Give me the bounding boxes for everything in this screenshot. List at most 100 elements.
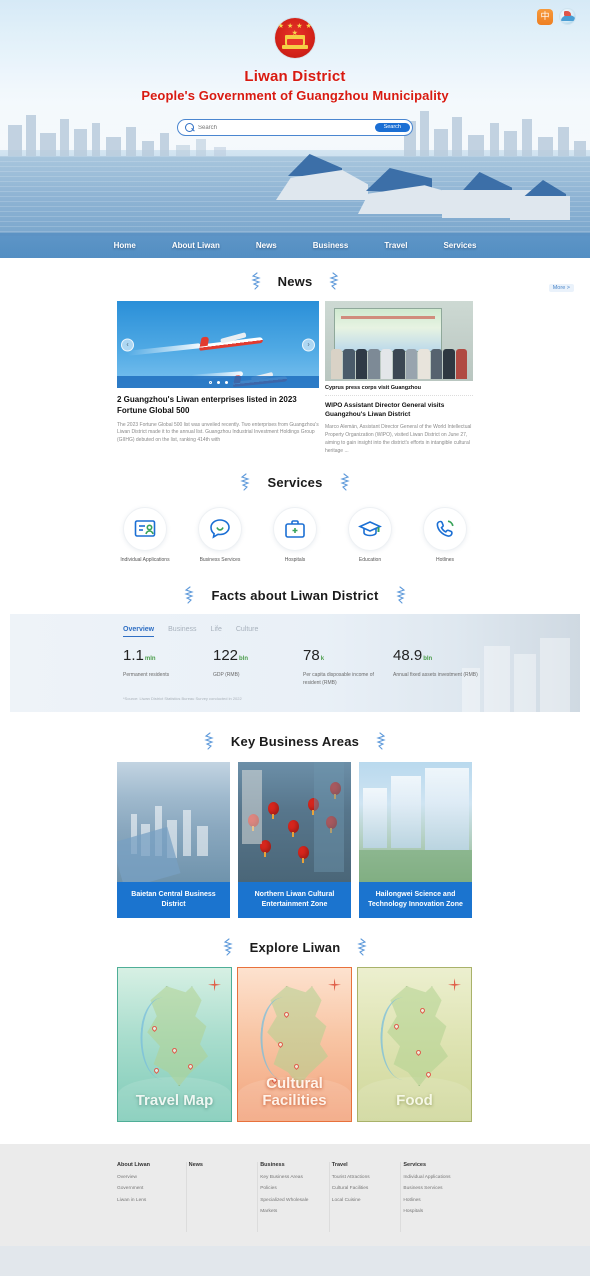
footer-link[interactable]: Hotlines — [403, 1198, 469, 1204]
nav-item-travel[interactable]: Travel — [384, 241, 407, 250]
stat-label: Permanent residents — [123, 672, 170, 679]
featured-news-title[interactable]: 2 Guangzhou's Liwan enterprises listed i… — [117, 395, 319, 417]
footer-link[interactable]: Key Business Areas — [260, 1175, 325, 1181]
news-side-headline[interactable]: Cyprus press corps visit Guangzhou — [325, 381, 473, 396]
explore-card-travel-map[interactable]: Travel Map — [117, 967, 232, 1123]
carousel-next-button[interactable]: › — [302, 338, 315, 351]
nav-item-about-liwan[interactable]: About Liwan — [172, 241, 220, 250]
baietan-aerial-image — [117, 762, 230, 883]
tab-overview[interactable]: Overview — [123, 626, 155, 638]
footer-link[interactable]: Tourist Attractions — [332, 1175, 397, 1181]
explore-card-label: Travel Map — [135, 1091, 214, 1109]
news-side-image-wipo — [325, 301, 473, 381]
news-more-link[interactable]: More > — [548, 284, 574, 292]
nav-item-business[interactable]: Business — [313, 241, 349, 250]
footer-link[interactable]: Policies — [260, 1186, 325, 1192]
service-item-hotlines[interactable]: Hotlines — [417, 507, 473, 564]
footer-link[interactable]: Individual Applications — [403, 1175, 469, 1181]
footer-link[interactable]: Government — [117, 1186, 182, 1192]
business-area-card-hailongwei[interactable]: Hailongwei Science and Technology Innova… — [359, 762, 472, 919]
river-line — [255, 996, 311, 1083]
search-bar[interactable]: Search — [177, 119, 413, 136]
footer-link[interactable]: Hospitals — [403, 1209, 469, 1215]
business-area-caption: Hailongwei Science and Technology Innova… — [359, 882, 472, 919]
tab-life[interactable]: Life — [211, 626, 222, 637]
stat-per-capita-income: 78k Per capita disposable income of resi… — [303, 648, 393, 687]
tab-culture[interactable]: Culture — [236, 626, 259, 637]
person-document-icon — [123, 507, 167, 552]
facts-panel: Overview Business Life Culture 1.1mln Pe… — [10, 614, 580, 713]
explore-heading: Explore Liwan — [249, 939, 341, 955]
ornament-left-icon — [222, 938, 236, 956]
site-title-district: Liwan District — [244, 68, 346, 85]
ornament-right-icon — [354, 938, 368, 956]
facts-source-note: *Source: Liwan District Statistics Burea… — [123, 696, 242, 702]
compass-rose-icon — [208, 978, 221, 991]
footer-column-title: Services — [403, 1162, 427, 1169]
footer-link[interactable]: Liwan in Lens — [117, 1198, 182, 1204]
services-heading: Services — [267, 474, 323, 490]
business-areas-grid: Baietan Central Business District Northe… — [117, 762, 473, 919]
stat-unit: k — [320, 656, 325, 663]
explore-heading-row: Explore Liwan — [0, 938, 590, 956]
carousel-prev-button[interactable]: ‹ — [121, 338, 134, 351]
footer-link[interactable]: Markets — [260, 1209, 325, 1215]
footer-column-news: News — [189, 1162, 259, 1233]
services-grid: Individual Applications Business Service… — [117, 507, 473, 564]
news-content: ‹ › 2 Guangzhou's Liwan enterprises list… — [117, 290, 473, 455]
stat-gdp: 122bln GDP (RMB) — [213, 648, 303, 687]
service-label: Business Services — [199, 557, 241, 564]
liwan-logo-badge-icon[interactable] — [559, 8, 576, 25]
search-input[interactable] — [194, 124, 375, 131]
news-carousel[interactable]: ‹ › 2 Guangzhou's Liwan enterprises list… — [117, 301, 319, 455]
chat-smile-icon — [198, 507, 242, 552]
news-side-summary: Marco Alemán, Assistant Director General… — [325, 424, 472, 455]
nav-item-services[interactable]: Services — [443, 241, 476, 250]
footer-link[interactable]: Cultural Facilities — [332, 1186, 397, 1192]
footer-link[interactable]: Specialized Wholesale — [260, 1198, 325, 1204]
services-heading-row: Services — [0, 473, 590, 491]
compass-rose-icon — [448, 978, 461, 991]
explore-card-label: Cultural Facilities — [262, 1075, 327, 1109]
compass-rose-icon — [328, 978, 341, 991]
carousel-dot-2[interactable] — [216, 380, 220, 384]
service-label: Hospitals — [284, 557, 306, 564]
nav-item-news[interactable]: News — [256, 241, 277, 250]
ornament-right-icon — [337, 473, 351, 491]
service-item-business-services[interactable]: Business Services — [192, 507, 248, 564]
language-toggle-button[interactable]: 中 — [537, 8, 553, 25]
footer-column-travel: Travel Tourist Attractions Cultural Faci… — [331, 1162, 402, 1233]
service-item-education[interactable]: Education — [342, 507, 398, 564]
carousel-dot-3[interactable] — [224, 380, 228, 384]
service-item-hospitals[interactable]: Hospitals — [267, 507, 323, 564]
featured-news-summary: The 2023 Fortune Global 500 list was unv… — [117, 421, 319, 444]
news-side-column: Cyprus press corps visit Guangzhou WIPO … — [325, 301, 473, 455]
business-area-card-northern-liwan[interactable]: Northern Liwan Cultural Entertainment Zo… — [238, 762, 351, 919]
footer-link[interactable]: Overview — [117, 1175, 182, 1181]
service-item-individual-applications[interactable]: Individual Applications — [117, 507, 173, 564]
footer-column-title: Travel — [331, 1162, 348, 1169]
business-area-card-baietan[interactable]: Baietan Central Business District — [117, 762, 230, 919]
footer-link[interactable]: Local Cuisine — [332, 1198, 397, 1204]
stat-fixed-assets-investment: 48.9bln Annual fixed assets investment (… — [393, 648, 483, 687]
stat-label: GDP (RMB) — [213, 672, 240, 679]
service-label: Hotlines — [435, 557, 455, 564]
business-areas-heading: Key Business Areas — [230, 733, 360, 749]
ornament-right-icon — [326, 272, 340, 290]
search-button[interactable]: Search — [374, 122, 410, 133]
stat-value: 78k — [303, 647, 325, 665]
hailongwei-buildings-image — [359, 762, 472, 883]
news-side-title[interactable]: WIPO Assistant Director General visits G… — [325, 401, 473, 419]
footer-column-about-liwan: About Liwan Overview Government Liwan in… — [117, 1162, 187, 1233]
carousel-dot-1[interactable] — [208, 380, 212, 384]
explore-card-label: Food — [396, 1091, 433, 1109]
facts-stat-grid: 1.1mln Permanent residents 122bln GDP (R… — [123, 648, 580, 687]
explore-card-food[interactable]: Food — [357, 967, 472, 1123]
explore-card-cultural-facilities[interactable]: Cultural Facilities — [237, 967, 352, 1123]
explore-section: Explore Liwan Travel Map Cultural Facili… — [0, 938, 590, 1123]
tab-business[interactable]: Business — [168, 626, 196, 637]
footer-link[interactable]: Business Services — [403, 1186, 469, 1192]
business-area-caption: Northern Liwan Cultural Entertainment Zo… — [238, 882, 351, 919]
nav-item-home[interactable]: Home — [114, 241, 136, 250]
search-icon — [185, 123, 194, 132]
